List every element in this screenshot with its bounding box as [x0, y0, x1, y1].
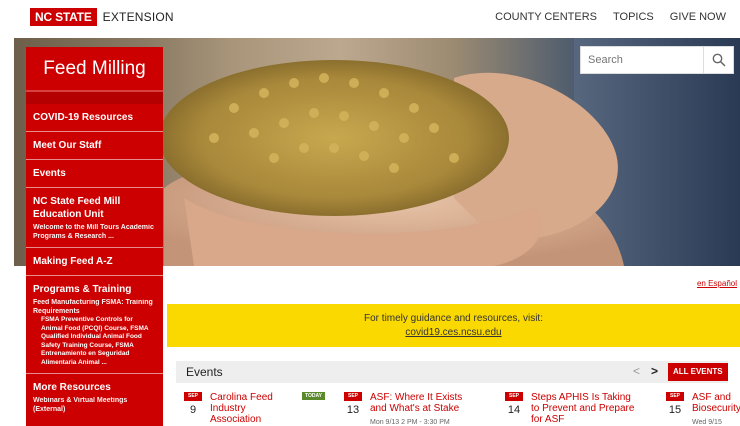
sidebar-sublink-webinars[interactable]: Webinars & Virtual Meetings (External) — [33, 396, 156, 414]
event-month: SEP — [666, 392, 684, 401]
event-title[interactable]: Carolina Feed Industry Association — [210, 392, 285, 425]
sidebar-nav: Feed Milling COVID-19 Resources Meet Our… — [26, 47, 163, 426]
event-item[interactable]: SEP 9 Carolina Feed Industry Association… — [184, 392, 325, 426]
top-nav: COUNTY CENTERS TOPICS GIVE NOW — [495, 11, 726, 23]
nav-topics[interactable]: TOPICS — [613, 11, 654, 23]
event-time: Wed 9/15 — [692, 419, 722, 426]
sidebar-sublink-entrenamiento[interactable]: Entrenamiento en Seguridad Alimentaria A… — [41, 350, 156, 367]
brand-box: NC STATE — [30, 8, 97, 26]
sidebar-item-more-resources[interactable]: More Resources Webinars & Virtual Meetin… — [26, 374, 163, 421]
sidebar-item-label: Events — [33, 168, 66, 179]
events-header: Events < > ALL EVENTS — [176, 361, 728, 383]
nav-county-centers[interactable]: COUNTY CENTERS — [495, 11, 597, 23]
events-title: Events — [186, 365, 223, 379]
sidebar-item-label: Meet Our Staff — [33, 140, 102, 151]
chevron-left-icon[interactable]: < — [633, 364, 640, 378]
search-box — [580, 46, 734, 74]
sidebar-item-making-feed[interactable]: Making Feed A-Z — [26, 248, 163, 276]
covid-banner-link[interactable]: covid19.ces.ncsu.edu — [405, 327, 501, 338]
sidebar-sublink-pcqi[interactable]: FSMA Preventive Controls for Animal Food… — [41, 316, 156, 333]
event-day: 9 — [189, 404, 197, 416]
chevron-right-icon[interactable]: > — [651, 364, 658, 378]
sidebar-item-sublinks[interactable]: Welcome to the Mill Tours Academic Progr… — [33, 223, 156, 241]
event-item[interactable]: SEP 13 ASF: Where It Exists and What's a… — [344, 392, 494, 426]
event-time: Mon 9/13 2 PM - 3:30 PM — [370, 419, 450, 426]
covid-banner: For timely guidance and resources, visit… — [167, 304, 740, 347]
sidebar-item-events[interactable]: Events — [26, 160, 163, 188]
sidebar-item-label: Making Feed A-Z — [33, 256, 113, 267]
sidebar-sublink-qualified[interactable]: Qualified Individual Animal Food Safety … — [41, 333, 156, 350]
sidebar-item-staff[interactable]: Meet Our Staff — [26, 132, 163, 160]
all-events-button[interactable]: ALL EVENTS — [668, 363, 728, 381]
event-month: SEP — [184, 392, 202, 401]
event-month: SEP — [505, 392, 523, 401]
event-title[interactable]: ASF: Where It Exists and What's at Stake — [370, 392, 472, 414]
sidebar-item-label: NC State Feed Mill Education Unit — [33, 196, 121, 220]
event-item[interactable]: SEP 15 ASF and Biosecurity Wed 9/15 — [666, 392, 740, 426]
sidebar-item-programs[interactable]: Programs & Training Feed Manufacturing F… — [26, 276, 163, 374]
event-day: 13 — [346, 404, 360, 416]
sidebar-title[interactable]: Feed Milling — [26, 47, 163, 92]
brand-suffix: EXTENSION — [102, 10, 174, 24]
espanol-link[interactable]: en Español — [697, 279, 737, 288]
nav-give-now[interactable]: GIVE NOW — [670, 11, 726, 23]
sidebar-item-label: Programs & Training — [33, 284, 132, 295]
search-icon — [712, 53, 726, 67]
sidebar-divider — [26, 92, 163, 104]
top-bar: NC STATE EXTENSION COUNTY CENTERS TOPICS… — [0, 0, 740, 38]
covid-banner-text: For timely guidance and resources, visit… — [364, 313, 543, 324]
event-day: 15 — [668, 404, 682, 416]
sidebar-item-label: More Resources — [33, 382, 111, 393]
event-title[interactable]: Steps APHIS Is Taking to Prevent and Pre… — [531, 392, 635, 425]
search-input[interactable] — [581, 47, 703, 73]
sidebar-item-label: COVID-19 Resources — [33, 112, 134, 123]
sidebar-item-education-unit[interactable]: NC State Feed Mill Education Unit Welcom… — [26, 188, 163, 248]
sidebar-item-covid[interactable]: COVID-19 Resources — [26, 104, 163, 132]
sidebar-sublink-fsma[interactable]: Feed Manufacturing FSMA: Training Requir… — [33, 298, 156, 316]
event-day: 14 — [507, 404, 521, 416]
search-button[interactable] — [703, 47, 733, 73]
today-badge: TODAY — [302, 392, 325, 400]
event-month: SEP — [344, 392, 362, 401]
event-item[interactable]: SEP 14 Steps APHIS Is Taking to Prevent … — [505, 392, 655, 426]
brand-logo[interactable]: NC STATE EXTENSION — [30, 8, 174, 26]
event-title[interactable]: ASF and Biosecurity — [692, 392, 740, 414]
